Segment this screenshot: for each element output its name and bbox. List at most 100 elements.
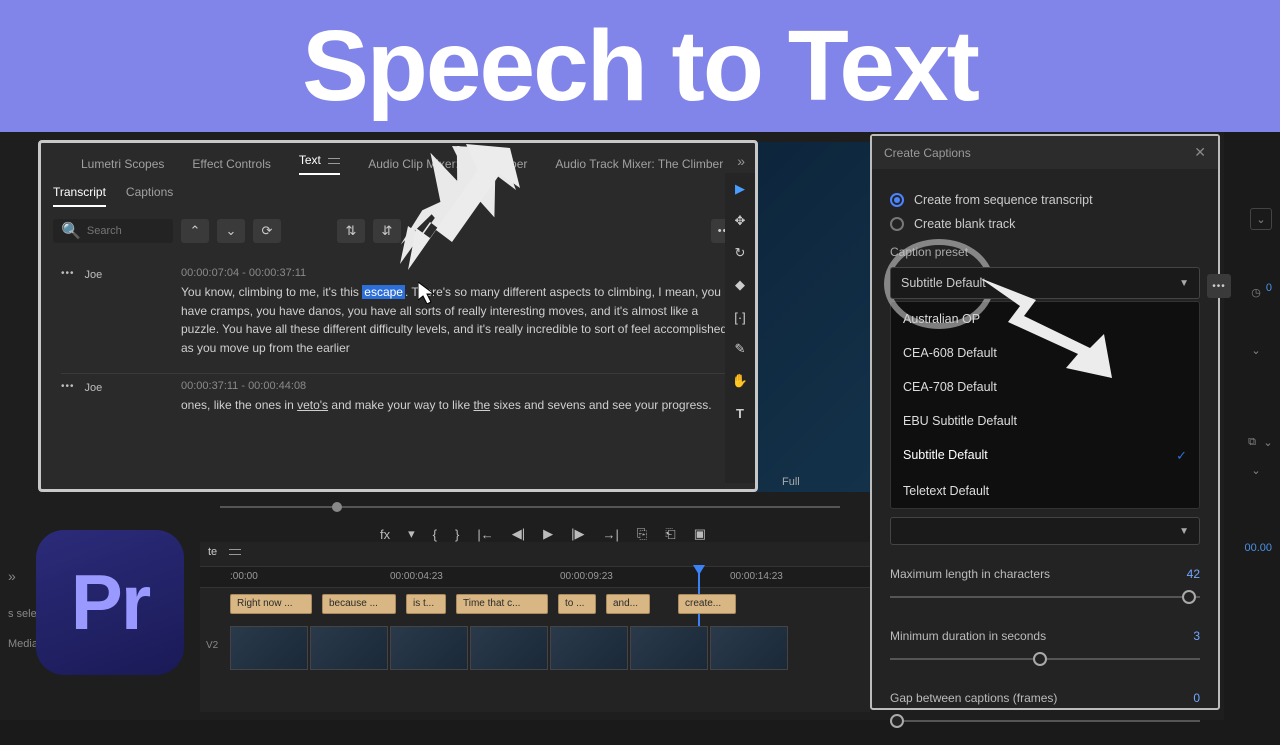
min-duration-slider[interactable] xyxy=(890,649,1200,669)
caption-clip[interactable]: and... xyxy=(606,594,650,614)
timeline-tab-label[interactable]: te xyxy=(208,546,217,558)
time-ruler[interactable]: :00:00 00:00:04:23 00:00:09:23 00:00:14:… xyxy=(200,566,870,588)
tab-audio-track-mixer[interactable]: Audio Track Mixer: The Climber xyxy=(555,157,723,171)
crop-tool-icon[interactable]: ✥ xyxy=(732,213,748,229)
sort-desc-button[interactable]: ⇵ xyxy=(373,219,401,243)
caption-clip[interactable]: to ... xyxy=(558,594,596,614)
min-duration-value[interactable]: 3 xyxy=(1193,629,1200,643)
tab-text[interactable]: Text xyxy=(299,153,340,175)
caption-preset-select[interactable]: Subtitle Default ▼ ••• xyxy=(890,267,1200,299)
segment-text[interactable]: You know, climbing to me, it's this esca… xyxy=(181,283,735,357)
caption-clip[interactable]: Right now ... xyxy=(230,594,312,614)
out-point-icon[interactable]: } xyxy=(455,527,459,542)
video-clip-thumb[interactable] xyxy=(710,626,788,670)
tab-audio-clip-mixer[interactable]: Audio Clip Mixer: The Climber xyxy=(368,157,527,171)
caption-clip[interactable]: because ... xyxy=(322,594,396,614)
preset-option[interactable]: EBU Subtitle Default xyxy=(891,404,1199,438)
stopwatch-icon[interactable]: ◷ xyxy=(1246,282,1266,302)
video-clip-thumb[interactable] xyxy=(470,626,548,670)
ruler-tick: :00:00 xyxy=(230,571,258,582)
max-length-slider[interactable] xyxy=(890,587,1200,607)
collapsed-select[interactable]: ▼ xyxy=(890,517,1200,545)
video-track[interactable]: V2 xyxy=(200,626,870,672)
video-clip-thumb[interactable] xyxy=(310,626,388,670)
type-tool-icon[interactable]: T xyxy=(732,405,748,421)
subtab-transcript[interactable]: Transcript xyxy=(53,185,106,207)
banner-title: Speech to Text xyxy=(302,9,978,124)
chevron-down-icon: ▼ xyxy=(1179,526,1189,537)
chevron-down-icon[interactable]: ⌄ xyxy=(1246,340,1266,360)
segment-text[interactable]: ones, like the ones in veto's and make y… xyxy=(181,396,735,415)
lift-icon[interactable]: ⎘ xyxy=(637,526,647,542)
chevron-down-icon[interactable]: ⌄ xyxy=(1246,460,1266,480)
radio-off-icon xyxy=(890,217,904,231)
transcript-segment[interactable]: ••• Joe 00:00:37:11 - 00:00:44:08 ones, … xyxy=(61,373,735,431)
selection-tool-icon[interactable]: ▶ xyxy=(732,181,748,197)
fx-toggle[interactable]: fx xyxy=(380,527,390,542)
radio-create-blank-track[interactable]: Create blank track xyxy=(890,217,1200,231)
extract-icon[interactable]: ⎗ xyxy=(665,526,675,542)
caption-clip[interactable]: Time that c... xyxy=(456,594,548,614)
scrub-bar[interactable] xyxy=(220,504,840,510)
segment-timecode: 00:00:07:04 - 00:00:37:11 xyxy=(181,267,735,279)
preset-option[interactable]: CEA-608 Default xyxy=(891,336,1199,370)
tab-lumetri-scopes[interactable]: Lumetri Scopes xyxy=(81,157,164,171)
subtab-captions[interactable]: Captions xyxy=(126,185,173,207)
pen-tool-icon[interactable]: ◆ xyxy=(732,277,748,293)
video-clip-thumb[interactable] xyxy=(630,626,708,670)
marker-icon[interactable]: ▾ xyxy=(408,526,415,542)
segment-menu-icon[interactable]: ••• xyxy=(61,269,75,279)
sort-asc-button[interactable]: ⇅ xyxy=(337,219,365,243)
export-frame-icon[interactable]: ▣ xyxy=(694,526,706,542)
next-result-button[interactable]: ⌄ xyxy=(217,219,245,243)
search-input[interactable] xyxy=(87,225,167,237)
caption-clip[interactable]: create... xyxy=(678,594,736,614)
preview-quality-label[interactable]: Full xyxy=(782,476,800,488)
text-subtabs: Transcript Captions xyxy=(41,175,755,207)
ruler-tick: 00:00:04:23 xyxy=(390,571,443,582)
preset-option[interactable]: Teletext Default xyxy=(891,474,1199,508)
track-label-v2[interactable]: V2 xyxy=(206,640,218,651)
in-point-icon[interactable]: { xyxy=(433,527,437,542)
tab-effect-controls[interactable]: Effect Controls xyxy=(192,157,270,171)
play-icon[interactable]: ▶ xyxy=(543,526,553,542)
radio-create-from-transcript[interactable]: Create from sequence transcript xyxy=(890,193,1200,207)
segment-menu-icon[interactable]: ••• xyxy=(61,382,75,392)
right-timecode: 00.00 xyxy=(1244,542,1272,554)
preset-option[interactable]: Australian OP xyxy=(891,302,1199,336)
preset-more-button[interactable]: ••• xyxy=(1207,274,1231,298)
right-value-zero[interactable]: 0 xyxy=(1266,282,1272,294)
rotate-tool-icon[interactable]: ↻ xyxy=(732,245,748,261)
video-clip-thumb[interactable] xyxy=(230,626,308,670)
caption-preset-dropdown: Australian OPCEA-608 DefaultCEA-708 Defa… xyxy=(890,301,1200,509)
max-length-label: Maximum length in characters xyxy=(890,567,1050,581)
caption-clip[interactable]: is t... xyxy=(406,594,446,614)
gap-slider[interactable] xyxy=(890,711,1200,731)
refresh-button[interactable]: ⟳ xyxy=(253,219,281,243)
go-to-out-icon[interactable]: →| xyxy=(602,527,618,542)
transcript-segment[interactable]: ••• Joe 00:00:07:04 - 00:00:37:11 You kn… xyxy=(61,261,735,373)
close-icon[interactable]: ✕ xyxy=(1194,144,1206,161)
step-forward-icon[interactable]: |▶ xyxy=(571,526,584,542)
video-clip-thumb[interactable] xyxy=(550,626,628,670)
segment-timecode: 00:00:37:11 - 00:00:44:08 xyxy=(181,380,735,392)
max-length-value[interactable]: 42 xyxy=(1187,567,1200,581)
ellipse-tool-icon[interactable]: ✎ xyxy=(732,341,748,357)
chevron-down-icon[interactable]: ⌄ xyxy=(1258,432,1278,452)
video-clip-thumb[interactable] xyxy=(390,626,468,670)
caption-track[interactable]: Right now ... because ... is t... Time that… xyxy=(200,592,870,618)
preset-option[interactable]: Subtitle Default✓ xyxy=(891,438,1199,474)
go-to-in-icon[interactable]: |← xyxy=(477,527,493,542)
timeline-panel-menu-icon[interactable] xyxy=(229,549,241,555)
search-field[interactable]: 🔍 xyxy=(53,219,173,243)
rectangle-tool-icon[interactable]: [·] xyxy=(732,309,748,325)
hand-tool-icon[interactable]: ✋ xyxy=(732,373,748,389)
tabs-overflow-icon[interactable]: » xyxy=(737,153,745,169)
preset-option[interactable]: CEA-708 Default xyxy=(891,370,1199,404)
program-tools: ▶ ✥ ↻ ◆ [·] ✎ ✋ T xyxy=(725,173,755,483)
gap-value[interactable]: 0 xyxy=(1193,691,1200,705)
panel-menu-icon[interactable] xyxy=(328,158,340,164)
collapse-panel-icon[interactable]: ⌄ xyxy=(1250,208,1272,230)
prev-result-button[interactable]: ⌃ xyxy=(181,219,209,243)
step-back-icon[interactable]: ◀| xyxy=(512,526,525,542)
